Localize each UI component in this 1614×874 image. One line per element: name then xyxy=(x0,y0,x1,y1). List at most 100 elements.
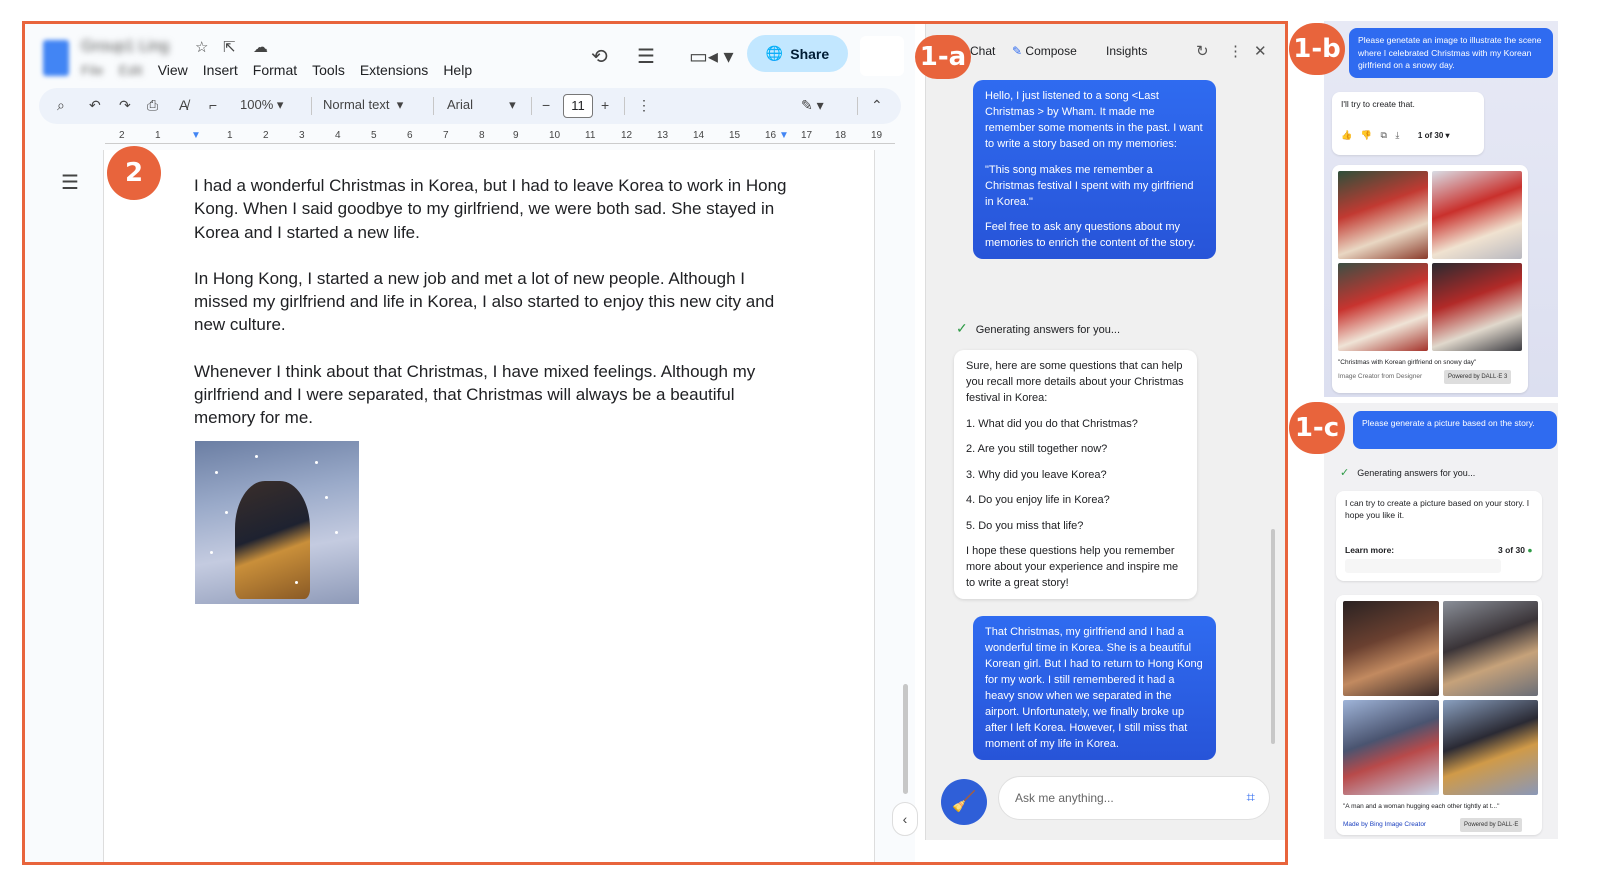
toolbar-divider xyxy=(531,97,532,115)
docs-header: Group1 Ling ☆ ⇱ ☁ File Edit View Insert … xyxy=(25,24,915,144)
ruler-tick-label: 13 xyxy=(657,130,669,141)
document-scrollbar[interactable] xyxy=(903,684,908,794)
assistant-message: Sure, here are some questions that can h… xyxy=(954,350,1197,599)
image-grid xyxy=(1338,171,1522,351)
paragraph: In Hong Kong, I started a new job and me… xyxy=(194,268,775,335)
document-outline-icon[interactable]: ☰ xyxy=(61,170,79,195)
docs-logo-icon[interactable] xyxy=(43,40,69,76)
generated-image[interactable] xyxy=(1343,700,1439,795)
editing-mode-icon[interactable]: ✎ ▾ xyxy=(801,97,824,114)
snowflake xyxy=(210,551,213,554)
annotation-badge-1a: 1-a xyxy=(915,35,971,79)
ruler-tick-label: 7 xyxy=(443,130,449,141)
menu-insert[interactable]: Insert xyxy=(203,62,238,78)
tab-chat[interactable]: Chat xyxy=(970,44,995,58)
message-line: Feel free to ask any questions about my … xyxy=(985,221,1196,249)
visual-search-icon[interactable]: ⌗ xyxy=(1247,777,1255,819)
generated-image[interactable] xyxy=(1442,601,1538,696)
annotation-badge-1b: 1-b xyxy=(1289,23,1345,75)
menu-extensions[interactable]: Extensions xyxy=(360,62,428,78)
generating-text: Generating answers for you... xyxy=(975,324,1121,336)
menu-edit[interactable]: Edit xyxy=(119,62,143,78)
chat-tab-bar: Chat ✎ Compose Insights ↻ ⋮ ✕ xyxy=(926,24,1285,76)
document-body[interactable]: I had a wonderful Christmas in Korea, bu… xyxy=(194,174,794,453)
couple-in-snow-image[interactable] xyxy=(195,441,359,604)
menu-file[interactable]: File xyxy=(81,62,104,78)
more-vertical-icon[interactable]: ⋮ xyxy=(1228,42,1243,60)
message-line: Hello, I just listened to a song <Last C… xyxy=(985,90,1203,150)
comments-icon[interactable]: ☰ xyxy=(637,44,655,69)
collapse-panel-button[interactable]: ‹ xyxy=(892,802,918,836)
image-generation-panel-c: Please generate a picture based on the s… xyxy=(1324,403,1558,839)
move-folder-icon[interactable]: ⇱ xyxy=(223,38,236,56)
star-icon[interactable]: ☆ xyxy=(195,38,208,56)
image-caption: "A man and a woman hugging each other ti… xyxy=(1343,803,1500,810)
toolbar-divider xyxy=(624,97,625,115)
message-text: I'll try to create that. xyxy=(1341,99,1415,109)
generated-image[interactable] xyxy=(1442,700,1538,795)
tab-insights[interactable]: Insights xyxy=(1106,44,1147,58)
new-topic-broom-button[interactable]: 🧹 xyxy=(941,779,987,825)
increase-font-icon[interactable]: + xyxy=(601,97,609,113)
ruler-tick-label: 18 xyxy=(835,130,847,141)
chat-input[interactable]: Ask me anything... ⌗ xyxy=(998,776,1270,820)
decrease-font-icon[interactable]: − xyxy=(542,97,550,113)
left-indent-marker[interactable]: ▼ xyxy=(191,130,201,141)
menu-help[interactable]: Help xyxy=(443,62,472,78)
cloud-status-icon[interactable]: ☁ xyxy=(253,38,268,56)
image-source-link[interactable]: Made by Bing Image Creator xyxy=(1343,819,1426,831)
menu-view[interactable]: View xyxy=(158,62,188,78)
image-source[interactable]: Image Creator from Designer xyxy=(1338,371,1422,383)
image-caption: "Christmas with Korean girlfriend on sno… xyxy=(1338,359,1477,366)
ruler-tick-label: 1 xyxy=(227,130,233,141)
menu-tools[interactable]: Tools xyxy=(312,62,345,78)
copy-icon[interactable]: ⧉ xyxy=(1380,130,1386,140)
generated-image[interactable] xyxy=(1338,171,1428,259)
menu-format[interactable]: Format xyxy=(253,62,297,78)
user-message: That Christmas, my girlfriend and I had … xyxy=(973,616,1216,760)
generated-image[interactable] xyxy=(1343,601,1439,696)
meet-camera-icon[interactable]: ▭◂ ▾ xyxy=(689,44,734,69)
generating-status: ✓ Generating answers for you... xyxy=(1340,466,1475,479)
ruler-tick-label: 15 xyxy=(729,130,741,141)
snowflake xyxy=(325,496,328,499)
document-title[interactable]: Group1 Ling xyxy=(81,38,169,56)
message-text: I can try to create a picture based on y… xyxy=(1345,498,1530,520)
font-select[interactable]: Arial ▾ xyxy=(447,97,516,113)
generated-image[interactable] xyxy=(1432,263,1522,351)
paint-format-icon[interactable]: ⌐ xyxy=(209,97,217,113)
font-size-input[interactable]: 11 xyxy=(563,94,593,118)
right-indent-marker[interactable]: ▼ xyxy=(779,130,789,141)
ruler-tick-label: 11 xyxy=(585,130,596,141)
thumbs-down-icon[interactable]: 👎 xyxy=(1361,130,1372,140)
thumbs-up-icon[interactable]: 👍 xyxy=(1341,130,1352,140)
print-icon[interactable]: ⎙ xyxy=(147,97,158,114)
search-menus-icon[interactable]: ⌕ xyxy=(57,97,65,114)
generated-image[interactable] xyxy=(1338,263,1428,351)
redo-icon[interactable]: ↷ xyxy=(119,97,131,114)
account-avatar[interactable] xyxy=(860,36,904,76)
refresh-icon[interactable]: ↻ xyxy=(1196,42,1209,60)
spellcheck-icon[interactable]: A̸ xyxy=(179,97,188,113)
version-history-icon[interactable]: ⟲ xyxy=(591,44,608,69)
generated-image[interactable] xyxy=(1432,171,1522,259)
close-icon[interactable]: ✕ xyxy=(1254,42,1267,60)
ruler-tick-label: 9 xyxy=(513,130,519,141)
question-item: 5. Do you miss that life? xyxy=(966,519,1084,532)
message-line: I hope these questions help you remember… xyxy=(966,545,1179,589)
zoom-select[interactable]: 100% ▾ xyxy=(240,97,283,113)
download-icon[interactable]: ⤓ xyxy=(1395,130,1399,140)
hide-menus-icon[interactable]: ⌃ xyxy=(871,97,883,114)
paragraph: Whenever I think about that Christmas, I… xyxy=(194,361,756,428)
powered-by-badge: Powered by DALL·E 3 xyxy=(1444,370,1512,384)
undo-icon[interactable]: ↶ xyxy=(89,97,101,114)
more-options-icon[interactable]: ⋮ xyxy=(637,97,651,114)
tab-compose[interactable]: ✎ Compose xyxy=(1012,44,1077,58)
ruler-tick-label: 8 xyxy=(479,130,485,141)
learn-more-links[interactable] xyxy=(1345,559,1501,573)
feedback-row: 👍 👎 ⧉ ⤓ 1 of 30 ▾ xyxy=(1341,129,1450,142)
chat-scrollbar[interactable] xyxy=(1271,529,1275,744)
check-icon: ✓ xyxy=(956,320,968,336)
style-select[interactable]: Normal text ▾ xyxy=(323,97,403,113)
share-button[interactable]: 🌐 Share xyxy=(747,35,848,72)
